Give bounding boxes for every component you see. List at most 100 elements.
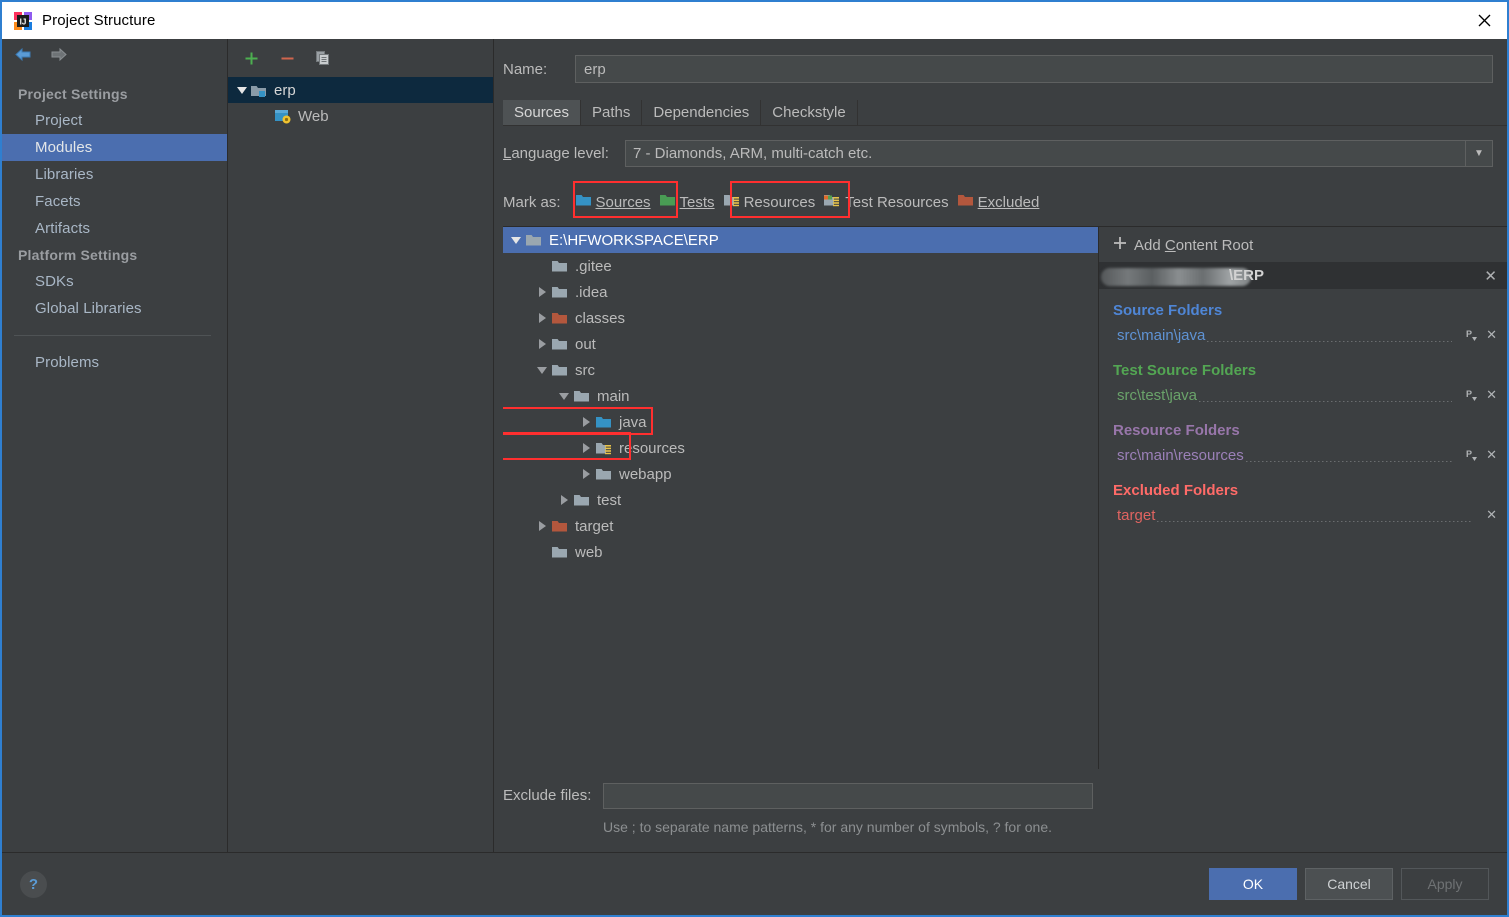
tree-row-main[interactable]: main xyxy=(503,383,1098,409)
svg-text:P: P xyxy=(1466,329,1472,339)
tree-row-resources[interactable]: resources xyxy=(503,432,1098,461)
project-structure-dialog: IJ Project Structure Project Settings Pr… xyxy=(0,0,1509,917)
tree-row-content-root[interactable]: E:\HFWORKSPACE\ERP xyxy=(503,227,1098,253)
question-mark-icon: ? xyxy=(28,875,39,893)
folder-icon xyxy=(595,467,612,481)
package-prefix-icon[interactable]: P xyxy=(1465,388,1479,402)
chevron-down-icon[interactable] xyxy=(555,392,573,400)
tree-row-webapp[interactable]: webapp xyxy=(503,461,1098,487)
chevron-right-icon[interactable] xyxy=(577,443,595,453)
sidebar-group-platform-settings: Platform Settings xyxy=(18,247,138,263)
cancel-button[interactable]: Cancel xyxy=(1305,868,1393,900)
module-tree-item-erp[interactable]: erp xyxy=(228,77,493,103)
excluded-folder-path: target xyxy=(1117,506,1156,524)
chevron-down-icon[interactable]: ▼ xyxy=(1465,141,1492,166)
sidebar-list: Project Settings Project Modules Librari… xyxy=(2,73,227,376)
tree-row-label: java xyxy=(619,413,647,431)
tree-row-label: test xyxy=(597,491,622,509)
sidebar-item-libraries[interactable]: Libraries xyxy=(2,161,227,188)
arrow-left-icon[interactable] xyxy=(14,47,33,65)
mark-as-tests-button[interactable]: Tests xyxy=(655,190,719,214)
tab-dependencies[interactable]: Dependencies xyxy=(642,100,762,125)
chevron-right-icon[interactable] xyxy=(555,495,573,505)
sidebar-item-global-libraries[interactable]: Global Libraries xyxy=(2,295,227,322)
exclude-files-label: Exclude files: xyxy=(503,787,592,804)
tab-paths[interactable]: Paths xyxy=(581,100,643,125)
mark-as-sources-button[interactable]: Sources xyxy=(571,190,655,214)
arrow-right-icon[interactable] xyxy=(49,47,68,65)
language-level-value: 7 - Diamonds, ARM, multi-catch etc. xyxy=(633,145,873,162)
tree-row-out[interactable]: out xyxy=(503,331,1098,357)
sidebar-item-project[interactable]: Project xyxy=(2,107,227,134)
add-module-button[interactable] xyxy=(242,49,260,67)
tab-checkstyle[interactable]: Checkstyle xyxy=(761,100,858,125)
help-button[interactable]: ? xyxy=(20,870,47,898)
chevron-right-icon[interactable] xyxy=(577,417,595,427)
language-level-label: Language level: xyxy=(503,145,609,162)
sources-folder-icon xyxy=(595,415,612,429)
content-root-path: \ERP xyxy=(1101,267,1484,286)
module-tree-item-label: Web xyxy=(298,107,329,125)
remove-test-source-folder-button[interactable]: ✕ xyxy=(1486,387,1497,403)
module-tree: erp Web xyxy=(228,73,493,129)
tree-row-test[interactable]: test xyxy=(503,487,1098,513)
chevron-right-icon[interactable] xyxy=(533,313,551,323)
tree-row-gitee[interactable]: .gitee xyxy=(503,253,1098,279)
package-prefix-icon[interactable]: P xyxy=(1465,328,1479,342)
tab-sources[interactable]: Sources xyxy=(503,100,582,125)
tree-row-target[interactable]: target xyxy=(503,513,1098,539)
folder-icon xyxy=(551,337,568,351)
mark-as-excluded-button[interactable]: Excluded xyxy=(953,190,1044,214)
dotted-leader xyxy=(1245,461,1453,462)
name-input[interactable]: erp xyxy=(575,55,1493,83)
tree-row-classes[interactable]: classes xyxy=(503,305,1098,331)
name-label: Name: xyxy=(503,60,548,78)
tree-row-src[interactable]: src xyxy=(503,357,1098,383)
chevron-right-icon[interactable] xyxy=(577,469,595,479)
sidebar-item-facets[interactable]: Facets xyxy=(2,188,227,215)
module-tree-item-web[interactable]: Web xyxy=(228,103,493,129)
plus-icon xyxy=(1113,236,1127,254)
dotted-leader xyxy=(1157,521,1474,522)
mark-as-sources-label: Sources xyxy=(595,193,651,211)
remove-content-root-button[interactable]: ✕ xyxy=(1484,267,1497,285)
tree-row-label: out xyxy=(575,335,596,353)
sidebar-item-modules[interactable]: Modules xyxy=(2,134,227,161)
test-source-folder-row[interactable]: src\test\java P ✕ xyxy=(1099,381,1507,409)
source-folder-row[interactable]: src\main\java P ✕ xyxy=(1099,321,1507,349)
svg-text:P: P xyxy=(1466,449,1472,459)
exclude-files-input[interactable] xyxy=(603,783,1093,809)
chevron-down-icon[interactable] xyxy=(533,366,551,374)
language-level-row: Language level: 7 - Diamonds, ARM, multi… xyxy=(494,126,1493,167)
chevron-right-icon[interactable] xyxy=(533,521,551,531)
chevron-right-icon[interactable] xyxy=(533,287,551,297)
mark-as-test-resources-button[interactable]: Test Resources xyxy=(819,190,952,214)
mark-as-resources-button[interactable]: Resources xyxy=(719,190,820,214)
sidebar-item-problems[interactable]: Problems xyxy=(2,349,227,376)
chevron-down-icon[interactable] xyxy=(234,86,250,94)
tree-row-idea[interactable]: .idea xyxy=(503,279,1098,305)
sidebar-item-artifacts[interactable]: Artifacts xyxy=(2,215,227,242)
language-level-select[interactable]: 7 - Diamonds, ARM, multi-catch etc. ▼ xyxy=(625,140,1493,167)
close-window-button[interactable] xyxy=(1461,2,1507,39)
remove-excluded-folder-button[interactable]: ✕ xyxy=(1486,507,1497,523)
remove-source-folder-button[interactable]: ✕ xyxy=(1486,327,1497,343)
package-prefix-icon[interactable]: P xyxy=(1465,448,1479,462)
sidebar-item-sdks[interactable]: SDKs xyxy=(2,268,227,295)
copy-module-button[interactable] xyxy=(314,49,332,67)
add-content-root-button[interactable]: Add Content Root xyxy=(1099,227,1507,262)
resource-folder-row[interactable]: src\main\resources P ✕ xyxy=(1099,441,1507,469)
chevron-down-icon[interactable] xyxy=(507,236,525,244)
excluded-folder-row[interactable]: target ✕ xyxy=(1099,501,1507,529)
test-source-folders-title: Test Source Folders xyxy=(1113,362,1257,379)
name-input-value: erp xyxy=(584,60,606,78)
tree-row-web[interactable]: web xyxy=(503,539,1098,565)
remove-resource-folder-button[interactable]: ✕ xyxy=(1486,447,1497,463)
ok-button[interactable]: OK xyxy=(1209,868,1297,900)
apply-button[interactable]: Apply xyxy=(1401,868,1489,900)
tree-row-java[interactable]: java xyxy=(503,407,1098,435)
settings-sidebar: Project Settings Project Modules Librari… xyxy=(2,39,228,852)
tree-row-label: E:\HFWORKSPACE\ERP xyxy=(549,231,719,249)
chevron-right-icon[interactable] xyxy=(533,339,551,349)
remove-module-button[interactable] xyxy=(278,49,296,67)
